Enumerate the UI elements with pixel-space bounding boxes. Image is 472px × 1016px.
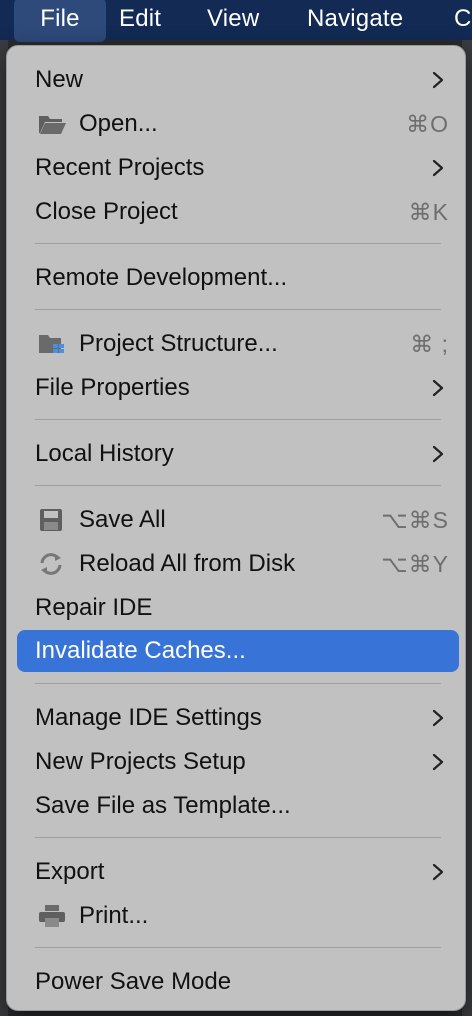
- menu-item-reload-all[interactable]: Reload All from Disk ⌥⌘Y: [17, 544, 459, 584]
- menu-item-label: Save All: [79, 506, 166, 533]
- folder-icon: [39, 116, 66, 134]
- file-menu-dropdown: New Open... ⌘O Recent Projects Close Pro…: [6, 45, 466, 1011]
- menu-item-manage-ide-settings[interactable]: Manage IDE Settings: [17, 698, 459, 738]
- menu-item-label: New: [35, 66, 84, 93]
- save-icon: [40, 509, 62, 531]
- shortcut-text: ⌘O: [406, 111, 449, 137]
- menu-item-label: Project Structure...: [79, 330, 278, 357]
- menu-item-power-save-mode[interactable]: Power Save Mode: [17, 962, 459, 1002]
- menu-item-label: Recent Projects: [35, 154, 205, 181]
- menu-item-label: Close Project: [35, 198, 178, 225]
- menu-separator: [35, 683, 441, 684]
- menu-separator: [35, 243, 441, 244]
- shortcut-text: ⌘ ;: [410, 331, 449, 357]
- chevron-right-icon: [432, 159, 444, 177]
- shortcut-text: ⌥⌘S: [381, 507, 449, 533]
- menu-item-repair-ide[interactable]: Repair IDE: [17, 588, 459, 628]
- menu-item-label: File Properties: [35, 374, 190, 401]
- menu-item-label: Remote Development...: [35, 264, 288, 291]
- menu-item-new[interactable]: New: [17, 60, 459, 100]
- menu-separator: [35, 309, 441, 310]
- chevron-right-icon: [432, 709, 444, 727]
- menu-item-local-history[interactable]: Local History: [17, 434, 459, 474]
- shortcut-text: ⌥⌘Y: [381, 551, 449, 577]
- chevron-right-icon: [432, 753, 444, 771]
- printer-icon: [39, 905, 65, 927]
- menu-separator: [35, 419, 441, 420]
- menubar-navigate[interactable]: Navigate: [307, 0, 403, 40]
- menu-item-label: Save File as Template...: [35, 792, 291, 819]
- menu-item-label: Local History: [35, 440, 174, 467]
- menu-item-project-structure[interactable]: Project Structure... ⌘ ;: [17, 324, 459, 364]
- menu-item-export[interactable]: Export: [17, 852, 459, 892]
- reload-icon: [40, 553, 62, 575]
- menu-separator: [35, 837, 441, 838]
- menu-item-label: Reload All from Disk: [79, 550, 296, 577]
- chevron-right-icon: [432, 71, 444, 89]
- menu-item-invalidate-caches[interactable]: Invalidate Caches...: [17, 630, 459, 672]
- menu-separator: [35, 485, 441, 486]
- menubar-code[interactable]: C: [454, 0, 472, 40]
- menu-item-open[interactable]: Open... ⌘O: [17, 104, 459, 144]
- menu-item-label: Repair IDE: [35, 594, 153, 621]
- menu-item-label: Invalidate Caches...: [35, 637, 246, 664]
- menu-separator: [35, 947, 441, 948]
- menu-item-file-properties[interactable]: File Properties: [17, 368, 459, 408]
- menubar-view[interactable]: View: [207, 0, 259, 40]
- menu-item-remote-development[interactable]: Remote Development...: [17, 258, 459, 298]
- menu-item-print[interactable]: Print...: [17, 896, 459, 936]
- chevron-right-icon: [432, 863, 444, 881]
- chevron-right-icon: [432, 379, 444, 397]
- menu-item-label: Print...: [79, 902, 149, 929]
- project-structure-icon: [39, 335, 64, 353]
- menu-item-save-all[interactable]: Save All ⌥⌘S: [17, 500, 459, 540]
- menu-item-label: Open...: [79, 110, 158, 137]
- menu-item-label: New Projects Setup: [35, 748, 246, 775]
- menu-item-label: Manage IDE Settings: [35, 704, 262, 731]
- menu-item-label: Power Save Mode: [35, 968, 232, 995]
- menu-item-label: Export: [35, 858, 105, 885]
- chevron-right-icon: [432, 445, 444, 463]
- menu-item-new-projects-setup[interactable]: New Projects Setup: [17, 742, 459, 782]
- menu-item-recent-projects[interactable]: Recent Projects: [17, 148, 459, 188]
- menu-item-save-file-as-template[interactable]: Save File as Template...: [17, 786, 459, 826]
- menubar-edit[interactable]: Edit: [119, 0, 161, 40]
- menubar-file[interactable]: File: [14, 0, 106, 42]
- menu-bar: File Edit View Navigate C: [0, 0, 472, 42]
- shortcut-text: ⌘K: [408, 199, 449, 225]
- menu-item-close-project[interactable]: Close Project ⌘K: [17, 192, 459, 232]
